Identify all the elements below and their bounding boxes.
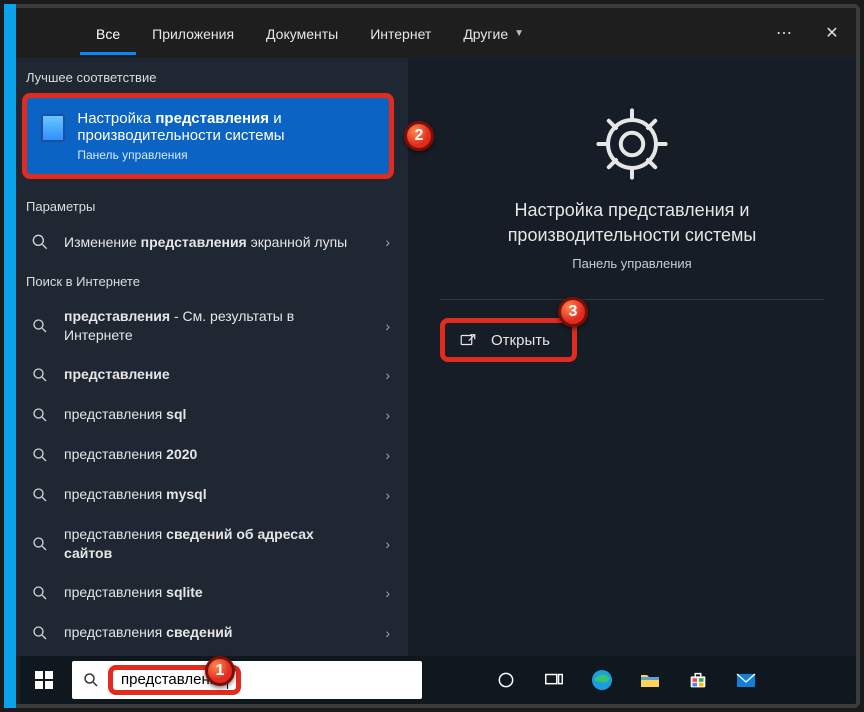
search-icon <box>30 316 50 336</box>
taskbar-explorer[interactable] <box>626 656 674 704</box>
best-match-title: Настройка представления и производительн… <box>77 110 375 144</box>
tab-documents[interactable]: Документы <box>250 12 354 55</box>
search-tabs: Все Приложения Документы Интернет Другие… <box>8 8 856 58</box>
more-icon[interactable]: ⋯ <box>772 21 796 45</box>
separator <box>440 299 824 300</box>
search-icon <box>30 534 50 554</box>
result-web-3[interactable]: представления sql › <box>8 395 408 435</box>
result-text: представления mysql <box>64 485 390 504</box>
chevron-right-icon: › <box>385 234 390 250</box>
open-label: Открыть <box>491 332 550 349</box>
chevron-right-icon: › <box>385 585 390 601</box>
taskbar-edge[interactable] <box>578 656 626 704</box>
section-best-match: Лучшее соответствие <box>8 58 408 93</box>
chevron-right-icon: › <box>385 318 390 334</box>
result-web-8[interactable]: представления сведений › <box>8 613 408 653</box>
result-text: Изменение представления экранной лупы <box>64 233 390 252</box>
result-web-4[interactable]: представления 2020 › <box>8 435 408 475</box>
search-icon <box>30 365 50 385</box>
search-icon <box>30 485 50 505</box>
tab-other[interactable]: Другие ▼ <box>447 12 540 55</box>
chevron-right-icon: › <box>385 625 390 641</box>
chevron-right-icon: › <box>385 407 390 423</box>
magnifier-settings-icon <box>30 232 50 252</box>
tab-apps[interactable]: Приложения <box>136 12 250 55</box>
result-text: представления sqlite <box>64 583 390 602</box>
section-web-search: Поиск в Интернете <box>8 262 408 297</box>
tab-all[interactable]: Все <box>80 12 136 55</box>
tab-other-label: Другие <box>463 26 508 42</box>
result-magnifier[interactable]: Изменение представления экранной лупы › <box>8 222 408 262</box>
result-text: представления сведений об адресах сайтов <box>64 525 390 563</box>
section-parameters: Параметры <box>8 187 408 222</box>
result-web-7[interactable]: представления sqlite › <box>8 573 408 613</box>
tab-internet[interactable]: Интернет <box>354 12 447 55</box>
result-text: представления сведений <box>64 623 390 642</box>
callout-badge-2: 2 <box>404 121 434 151</box>
chevron-right-icon: › <box>385 367 390 383</box>
search-icon <box>30 623 50 643</box>
detail-title: Настройка представления и производительн… <box>440 198 824 248</box>
best-match-sub: Панель управления <box>77 148 375 162</box>
search-icon <box>30 405 50 425</box>
search-icon <box>82 671 100 689</box>
taskbar-store[interactable] <box>674 656 722 704</box>
chevron-down-icon: ▼ <box>514 28 524 39</box>
search-icon <box>30 445 50 465</box>
start-button[interactable] <box>20 656 68 704</box>
search-icon <box>30 583 50 603</box>
result-web-2[interactable]: представление › <box>8 355 408 395</box>
result-text: представления 2020 <box>64 445 390 464</box>
control-panel-icon <box>41 114 65 142</box>
callout-badge-1: 1 <box>205 656 235 686</box>
best-match-item[interactable]: Настройка представления и производительн… <box>22 93 394 179</box>
chevron-right-icon: › <box>385 487 390 503</box>
close-icon[interactable]: ✕ <box>820 21 844 45</box>
taskbar: представления <box>20 656 856 704</box>
results-column: Лучшее соответствие Настройка представле… <box>8 58 408 656</box>
detail-subtitle: Панель управления <box>572 256 691 271</box>
result-web-5[interactable]: представления mysql › <box>8 475 408 515</box>
result-text: представление <box>64 365 390 384</box>
chevron-right-icon: › <box>385 536 390 552</box>
windows-icon <box>35 671 53 689</box>
gear-icon <box>592 104 672 184</box>
open-button[interactable]: Открыть <box>440 318 577 362</box>
taskbar-cortana[interactable] <box>482 656 530 704</box>
result-web-1[interactable]: представления - См. результаты в Интерне… <box>8 297 408 355</box>
taskbar-search[interactable]: представления <box>72 661 422 699</box>
result-text: представления - См. результаты в Интерне… <box>64 307 390 345</box>
result-text: представления sql <box>64 405 390 424</box>
taskbar-taskview[interactable] <box>530 656 578 704</box>
detail-pane: Настройка представления и производительн… <box>408 58 856 656</box>
chevron-right-icon: › <box>385 447 390 463</box>
callout-badge-3: 3 <box>558 297 588 327</box>
result-web-6[interactable]: представления сведений об адресах сайтов… <box>8 515 408 573</box>
taskbar-mail[interactable] <box>722 656 770 704</box>
open-icon <box>459 331 477 349</box>
accent-strip <box>4 4 16 708</box>
